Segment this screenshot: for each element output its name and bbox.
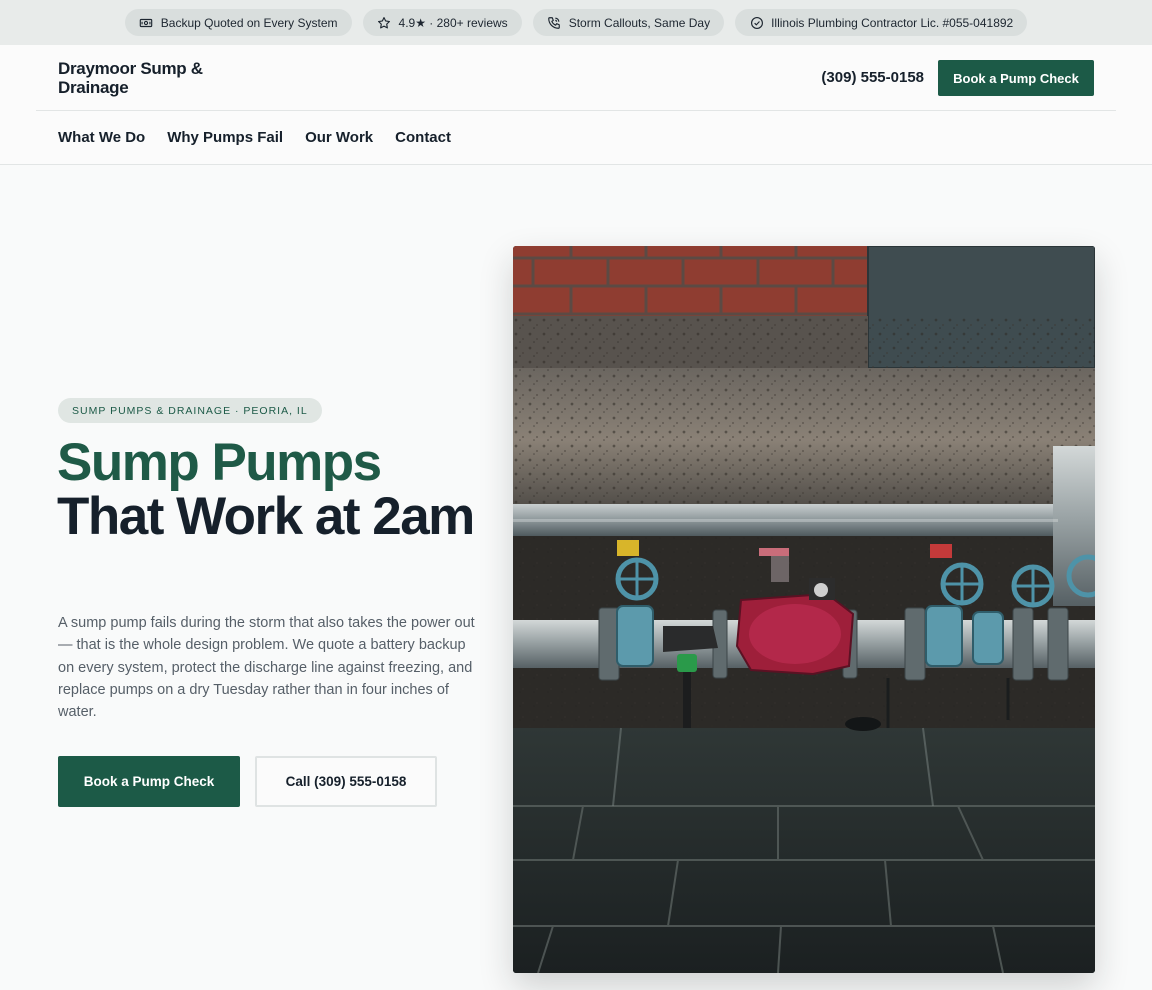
star-icon xyxy=(377,15,392,30)
header-top: Draymoor Sump & Drainage (309) 555-0158 … xyxy=(36,45,1116,111)
header-phone-link[interactable]: (309) 555-0158 xyxy=(821,69,924,86)
check-circle-icon xyxy=(749,15,764,30)
trust-pill-license: Illinois Plumbing Contractor Lic. #055-0… xyxy=(735,9,1028,36)
trust-pill-label: 4.9★ · 280+ reviews xyxy=(398,15,508,30)
hero-badge: SUMP PUMPS & DRAINAGE · PEORIA, IL xyxy=(58,398,322,423)
nav-item-our-work[interactable]: Our Work xyxy=(305,129,373,146)
hero-call-button[interactable]: Call (309) 555-0158 xyxy=(255,756,437,807)
trust-bar: Backup Quoted on Every System 4.9★ · 280… xyxy=(0,0,1152,45)
brand-logo[interactable]: Draymoor Sump & Drainage xyxy=(58,59,208,97)
nav-item-contact[interactable]: Contact xyxy=(395,129,451,146)
trust-pill-label: Backup Quoted on Every System xyxy=(160,15,338,30)
trust-pill-label: Storm Callouts, Same Day xyxy=(568,15,711,30)
hero-book-button[interactable]: Book a Pump Check xyxy=(58,756,240,807)
header-book-button[interactable]: Book a Pump Check xyxy=(938,60,1094,96)
trust-pill-label: Illinois Plumbing Contractor Lic. #055-0… xyxy=(771,15,1014,30)
hero-title-accent: Sump Pumps xyxy=(57,433,382,492)
phone-icon xyxy=(547,15,562,30)
trust-pill-backup: Backup Quoted on Every System xyxy=(124,9,352,36)
site-header: Draymoor Sump & Drainage (309) 555-0158 … xyxy=(0,45,1152,165)
main-nav: What We Do Why Pumps Fail Our Work Conta… xyxy=(0,111,1152,164)
cash-icon xyxy=(139,15,154,30)
trust-pill-reviews: 4.9★ · 280+ reviews xyxy=(362,9,522,36)
nav-item-what-we-do[interactable]: What We Do xyxy=(58,129,145,146)
hero-lede: A sump pump fails during the storm that … xyxy=(58,615,475,721)
hero-photo xyxy=(513,246,1095,973)
hero-title: Sump Pumps That Work at 2am xyxy=(57,436,497,544)
nav-item-why-pumps-fail[interactable]: Why Pumps Fail xyxy=(167,129,283,146)
hero-title-rest: That Work at 2am xyxy=(57,487,475,546)
trust-pill-storm: Storm Callouts, Same Day xyxy=(532,9,725,36)
